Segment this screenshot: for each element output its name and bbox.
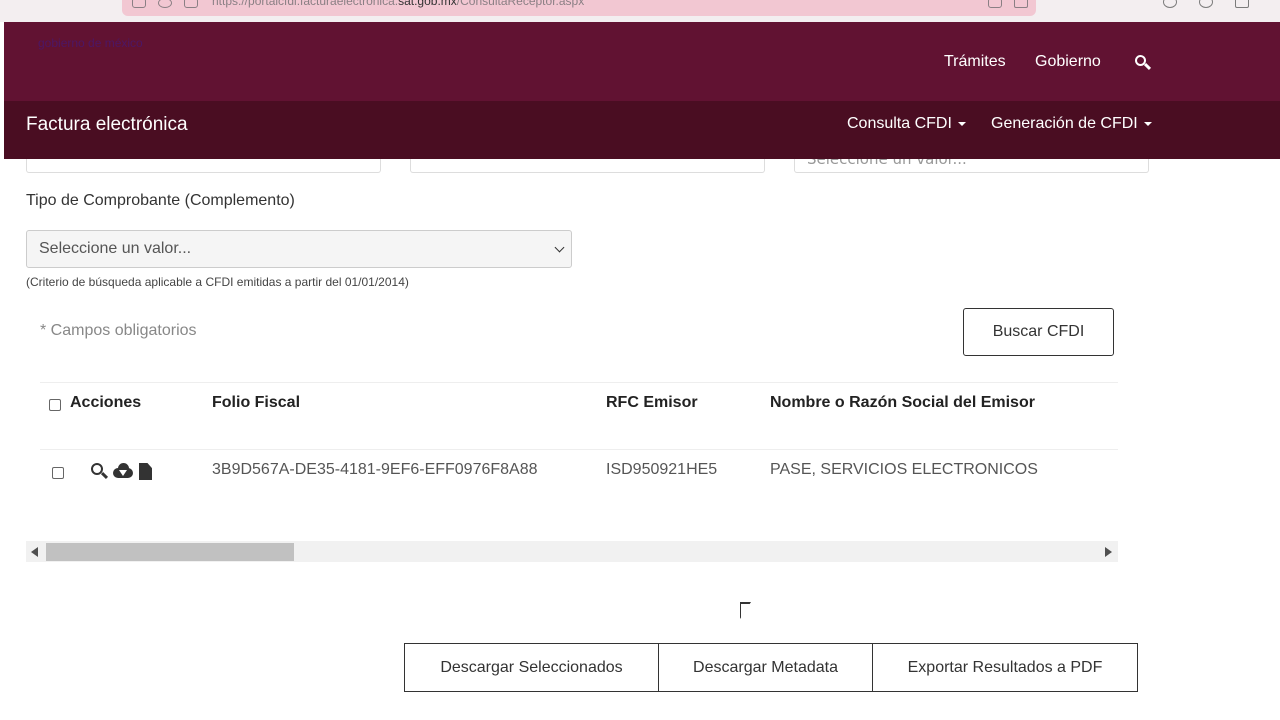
search-criteria-hint: (Criterio de búsqueda aplicable a CFDI e… <box>26 275 409 289</box>
row-checkbox[interactable] <box>52 467 64 479</box>
nav-tramites[interactable]: Trámites <box>944 53 1006 71</box>
descargar-metadata-button[interactable]: Descargar Metadata <box>657 643 874 692</box>
site-title[interactable]: Factura electrónica <box>26 114 188 136</box>
caret-down-icon <box>1143 121 1152 126</box>
gov-logo[interactable]: gobierno de méxico <box>38 36 143 50</box>
header-folio-fiscal: Folio Fiscal <box>212 394 301 411</box>
reader-icon[interactable] <box>988 0 1002 8</box>
required-fields-note: * Campos obligatorios <box>40 322 197 339</box>
filter-select-3[interactable]: Seleccione un valor... <box>794 159 1149 173</box>
header-nombre-emisor: Nombre o Razón Social del Emisor <box>770 394 1035 411</box>
url-text[interactable]: https://portalcfdi.facturaelectronica.sa… <box>212 0 584 8</box>
lock-icon <box>184 0 198 8</box>
table-top-border <box>40 382 1118 383</box>
chevron-down-icon <box>554 242 565 253</box>
menu-consulta-cfdi[interactable]: Consulta CFDI <box>847 115 966 133</box>
nav-gobierno[interactable]: Gobierno <box>1035 53 1101 71</box>
address-bar[interactable]: https://portalcfdi.facturaelectronica.sa… <box>122 0 1036 16</box>
tipo-comprobante-label: Tipo de Comprobante (Complemento) <box>26 192 295 209</box>
header-acciones: Acciones <box>70 394 142 411</box>
menu-generacion-cfdi-label: Generación de CFDI <box>991 115 1138 132</box>
filter-select-3-placeholder: Seleccione un valor... <box>807 159 967 168</box>
header-rfc-emisor: RFC Emisor <box>606 394 698 411</box>
buscar-cfdi-button[interactable]: Buscar CFDI <box>963 308 1114 356</box>
filter-input-1[interactable] <box>26 159 381 173</box>
scroll-right-icon[interactable] <box>1105 547 1112 557</box>
search-icon[interactable] <box>1135 55 1152 71</box>
downloads-icon[interactable] <box>1199 0 1213 8</box>
cell-rfc-emisor: ISD950921HE5 <box>606 461 718 478</box>
site-info-icon[interactable] <box>132 0 146 8</box>
scrollbar-thumb[interactable] <box>46 543 294 561</box>
extensions-icon[interactable] <box>1163 0 1177 8</box>
descargar-seleccionados-button[interactable]: Descargar Seleccionados <box>404 643 659 692</box>
menu-icon[interactable] <box>1235 0 1249 8</box>
page: https://portalcfdi.facturaelectronica.sa… <box>0 0 1280 720</box>
bookmark-icon[interactable] <box>1014 0 1028 8</box>
exportar-pdf-button[interactable]: Exportar Resultados a PDF <box>872 643 1138 692</box>
menu-generacion-cfdi[interactable]: Generación de CFDI <box>991 115 1152 133</box>
filter-input-2[interactable] <box>410 159 765 173</box>
mouse-cursor-fill <box>741 604 750 618</box>
cell-folio-fiscal: 3B9D567A-DE35-4181-9EF6-EFF0976F8A88 <box>212 461 538 478</box>
menu-consulta-cfdi-label: Consulta CFDI <box>847 115 952 132</box>
browser-toolbar: https://portalcfdi.facturaelectronica.sa… <box>0 0 1280 22</box>
heart-icon[interactable] <box>158 0 172 8</box>
tipo-comprobante-select[interactable]: Seleccione un valor... <box>26 230 572 268</box>
zoom-icon[interactable] <box>91 463 109 480</box>
gov-header: gobierno de méxico Trámites Gobierno <box>4 22 1280 101</box>
select-all-checkbox[interactable] <box>49 399 61 411</box>
tipo-comprobante-value: Seleccione un valor... <box>39 240 192 257</box>
cell-nombre-emisor: PASE, SERVICIOS ELECTRONICOS <box>770 461 1038 478</box>
results-actions: Descargar Seleccionados Descargar Metada… <box>404 643 1138 692</box>
caret-down-icon <box>957 121 966 126</box>
scroll-left-icon[interactable] <box>31 547 38 557</box>
cloud-download-icon[interactable] <box>113 463 133 481</box>
table-header-border <box>40 449 1118 450</box>
document-icon[interactable] <box>139 463 152 480</box>
sub-header: Factura electrónica Consulta CFDI Genera… <box>4 101 1280 159</box>
